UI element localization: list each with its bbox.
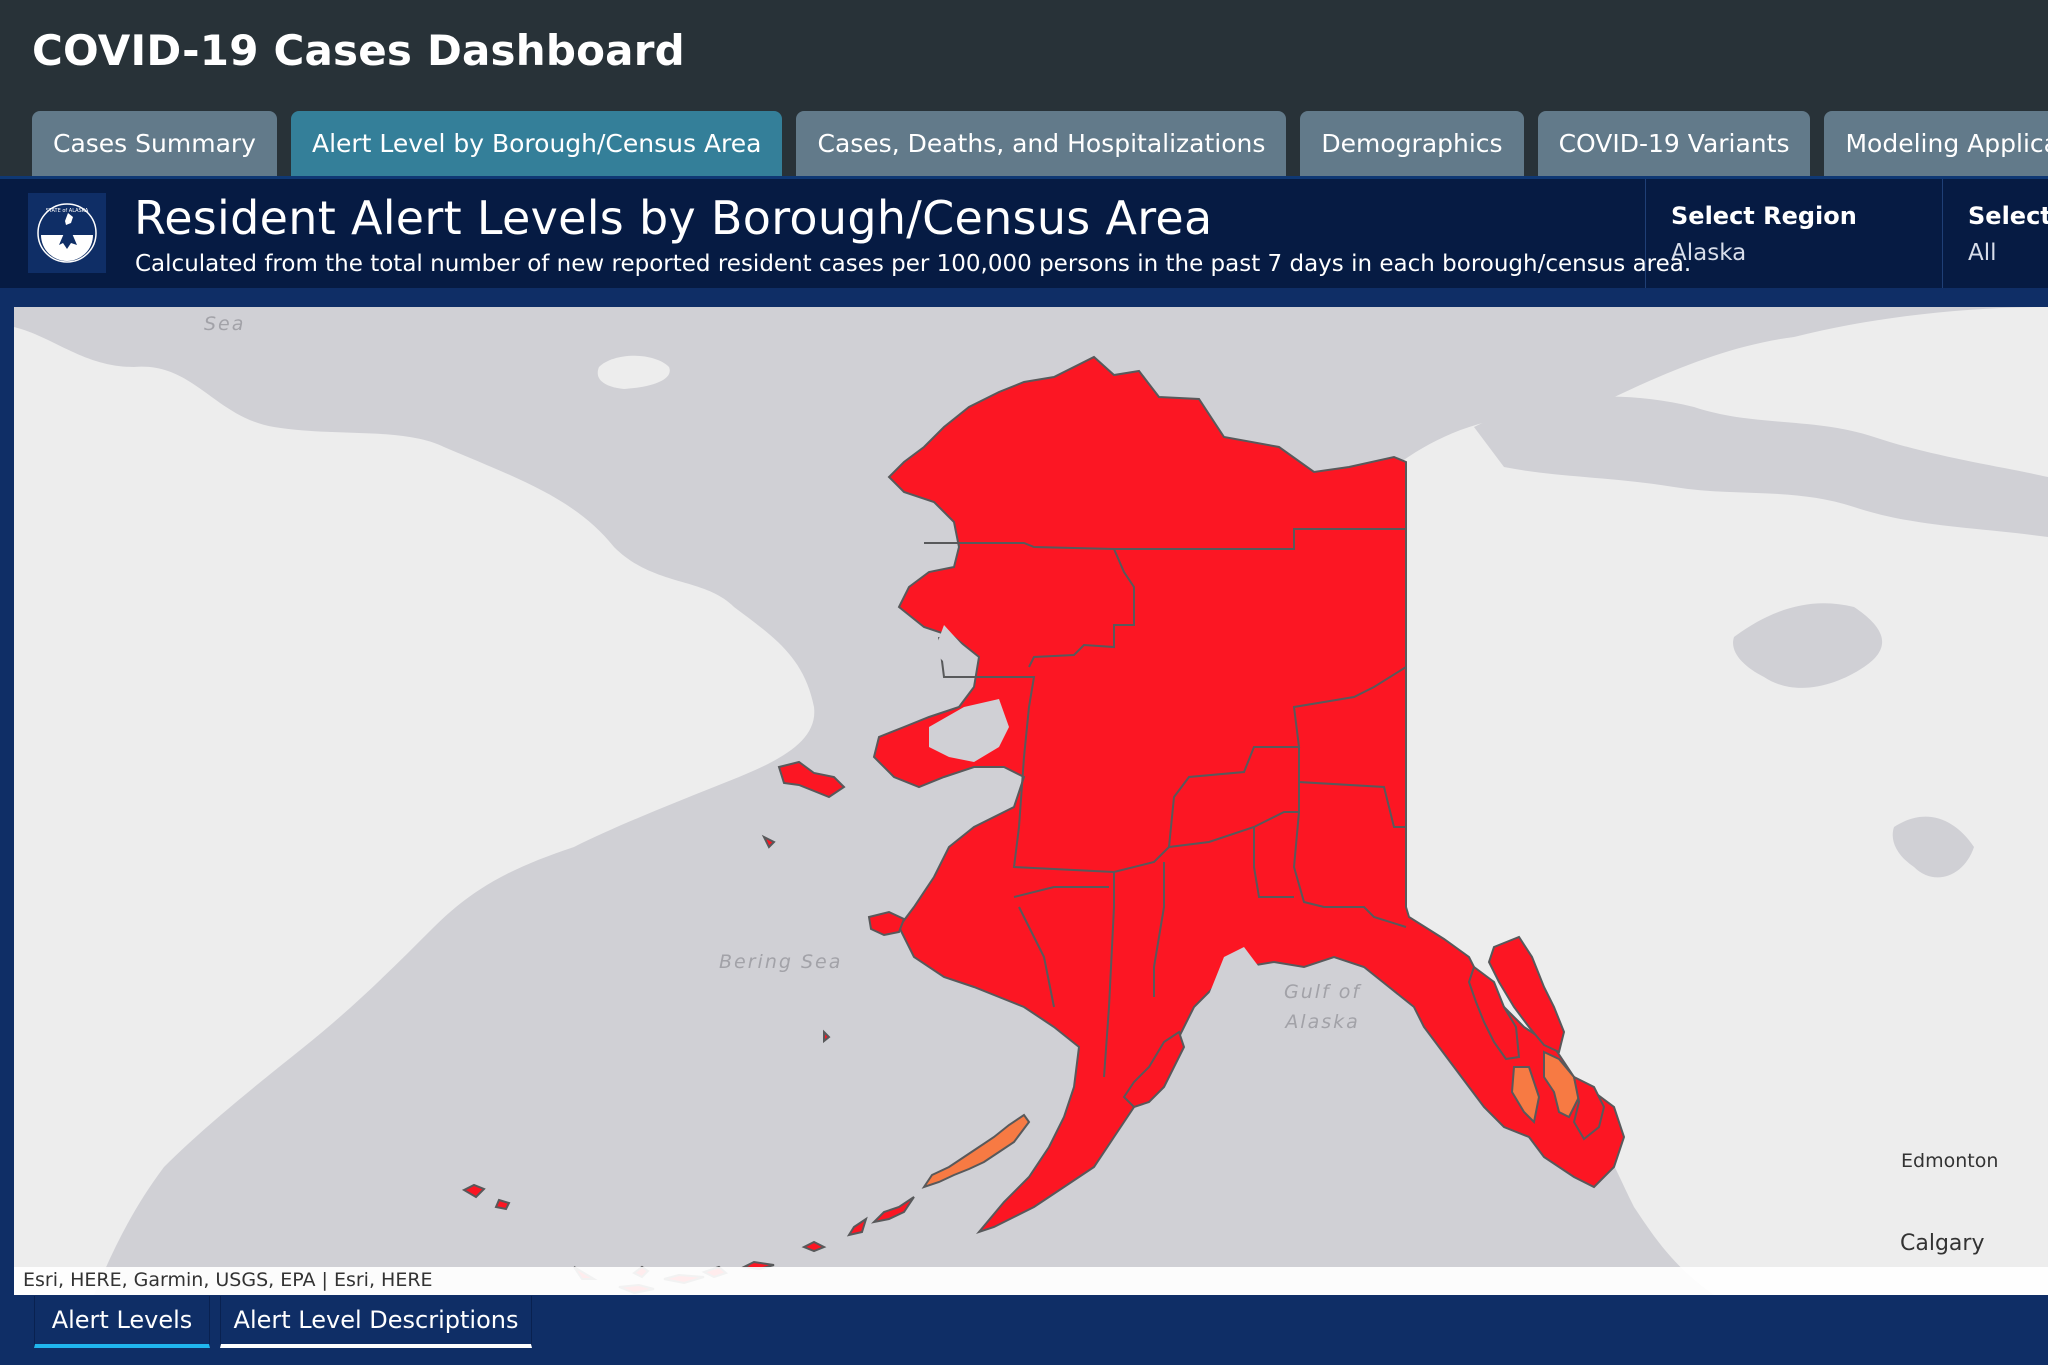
- tab-covid-variants[interactable]: COVID-19 Variants: [1537, 111, 1811, 176]
- select-region-label: Select Region: [1671, 202, 1857, 230]
- tab-cases-summary[interactable]: Cases Summary: [32, 111, 277, 176]
- map-label-gulf-of-alaska: Gulf of Alaska: [1284, 977, 1361, 1037]
- region-nunivak-island[interactable]: [867, 910, 906, 937]
- map-label-sea: Sea: [204, 313, 246, 335]
- state-seal-logo: STATE of ALASKA: [28, 193, 106, 273]
- tab-alert-level[interactable]: Alert Level by Borough/Census Area: [290, 111, 783, 176]
- map-canvas[interactable]: [14, 307, 2048, 1295]
- map-label-calgary: Calgary: [1900, 1231, 1985, 1256]
- page-subtitle: Calculated from the total number of new …: [135, 251, 1692, 277]
- app-title: COVID-19 Cases Dashboard: [32, 26, 685, 75]
- alert-level-map[interactable]: Sea Bering Sea Gulf of Alaska Edmonton C…: [14, 307, 2048, 1295]
- land-russia: [14, 327, 815, 1295]
- region-st-lawrence-island[interactable]: [777, 760, 846, 799]
- select-borough-dropdown[interactable]: Select B All: [1942, 179, 2048, 288]
- select-region-value[interactable]: Alaska: [1671, 240, 1942, 266]
- dashboard-tabs: Cases Summary Alert Level by Borough/Cen…: [32, 111, 2048, 176]
- region-aleutians-east[interactable]: [921, 1113, 1031, 1189]
- select-borough-label: Select B: [1968, 202, 2048, 230]
- map-attribution: Esri, HERE, Garmin, USGS, EPA | Esri, HE…: [14, 1267, 2048, 1295]
- app-header: COVID-19 Cases Dashboard Cases Summary A…: [0, 0, 2048, 176]
- map-label-gulf-line1: Gulf of: [1284, 981, 1362, 1003]
- tab-cases-deaths-hospitalizations[interactable]: Cases, Deaths, and Hospitalizations: [796, 111, 1287, 176]
- bottom-tabs: Alert Levels Alert Level Descriptions: [34, 1296, 532, 1351]
- map-label-bering-sea: Bering Sea: [719, 951, 843, 973]
- tab-alert-levels[interactable]: Alert Levels: [34, 1296, 210, 1348]
- land-russia-island: [597, 355, 670, 389]
- map-label-edmonton: Edmonton: [1901, 1150, 1999, 1172]
- tab-modeling-application[interactable]: Modeling Application: [1824, 111, 2048, 176]
- map-label-gulf-line2: Alaska: [1285, 1011, 1360, 1033]
- region-aleutians-west[interactable]: [461, 834, 915, 1295]
- select-region-dropdown[interactable]: Select Region Alaska: [1645, 179, 1942, 288]
- tab-demographics[interactable]: Demographics: [1300, 111, 1524, 176]
- page-banner: STATE of ALASKA Resident Alert Levels by…: [0, 176, 2048, 288]
- tab-alert-level-descriptions[interactable]: Alert Level Descriptions: [220, 1296, 532, 1348]
- alaska-seal-icon: STATE of ALASKA: [37, 203, 97, 263]
- select-borough-value[interactable]: All: [1968, 240, 2048, 266]
- svg-text:STATE of ALASKA: STATE of ALASKA: [46, 208, 89, 214]
- page-title: Resident Alert Levels by Borough/Census …: [134, 191, 1213, 245]
